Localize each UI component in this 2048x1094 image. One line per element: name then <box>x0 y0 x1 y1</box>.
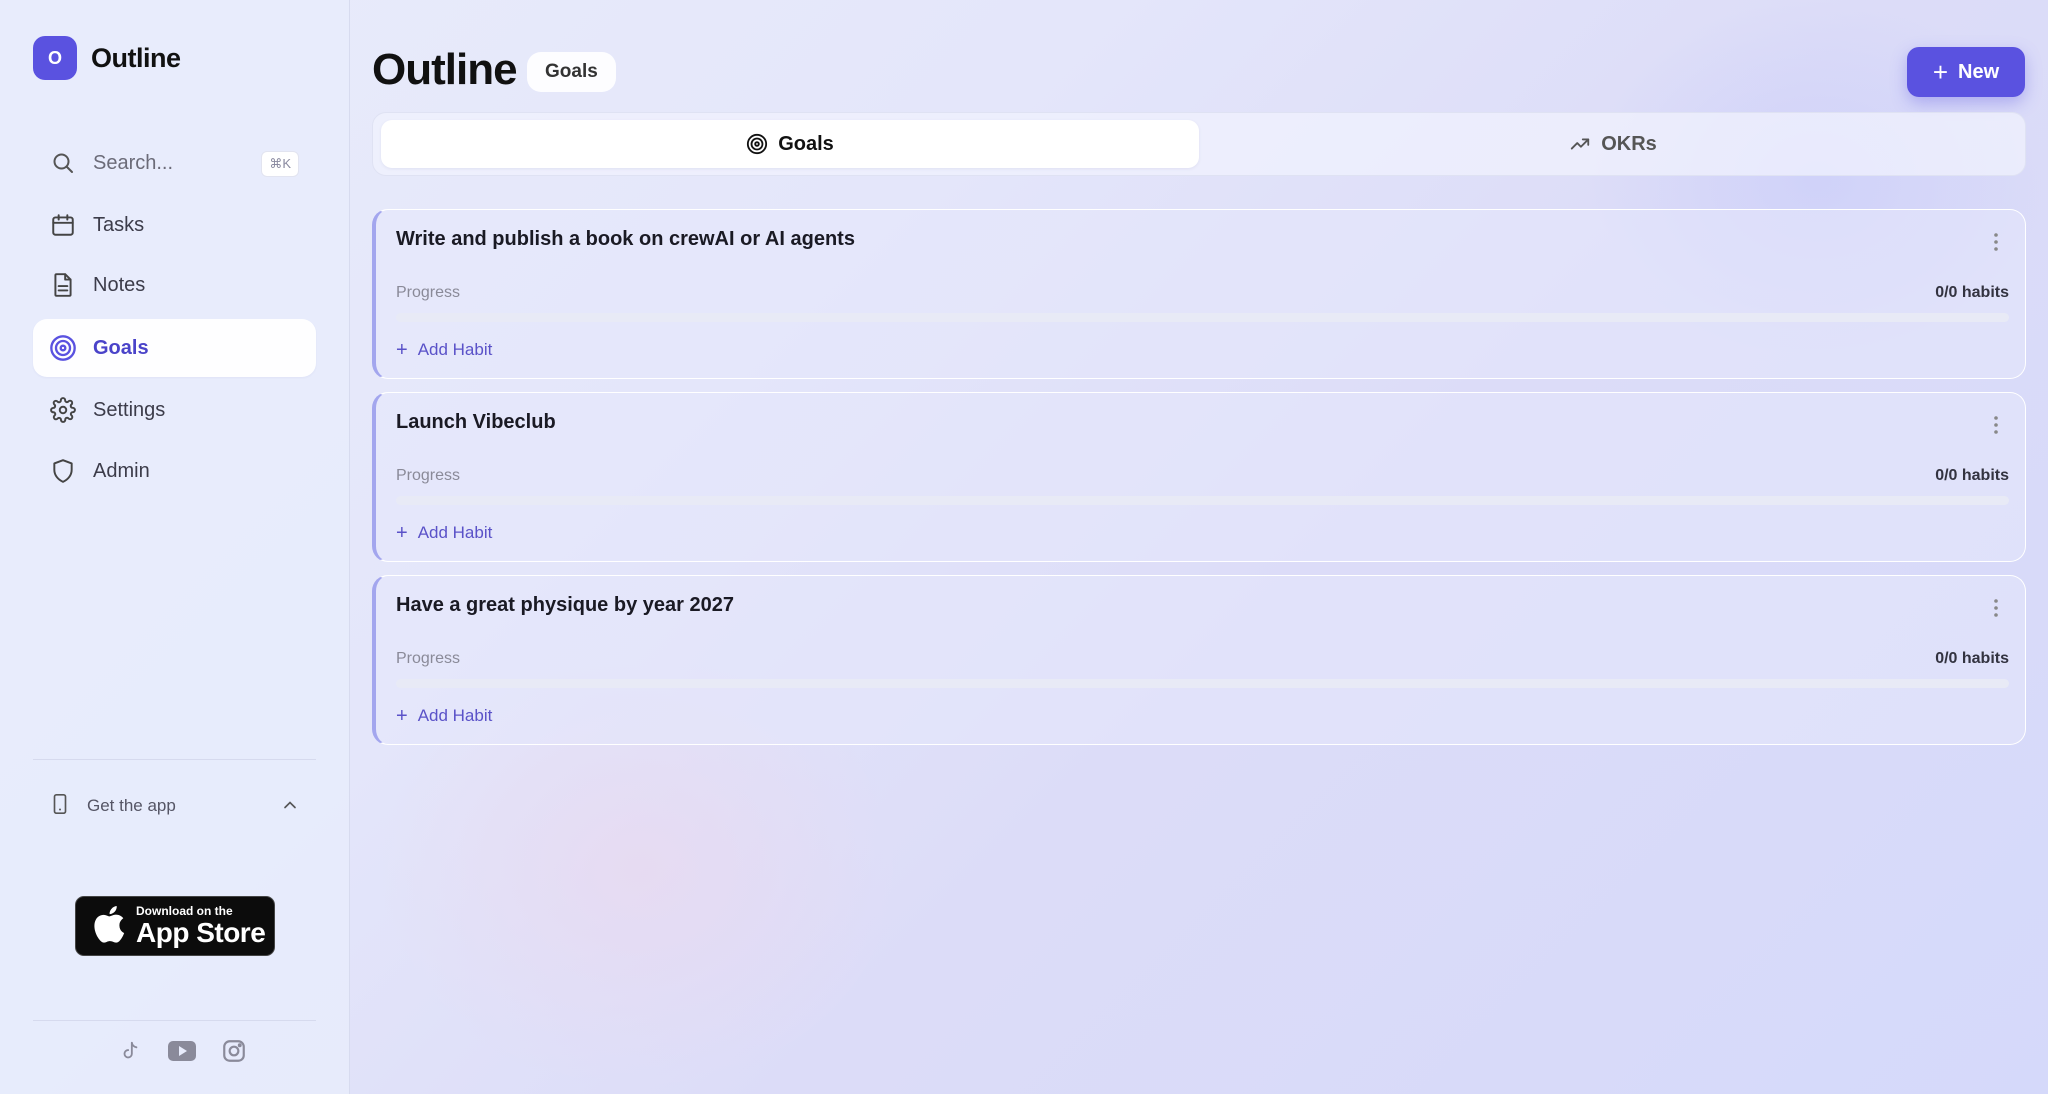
sidebar-item-label: Tasks <box>93 213 145 236</box>
shield-icon <box>49 457 77 485</box>
progress-count: 0/0 habits <box>1935 284 2009 301</box>
progress-label: Progress <box>396 650 461 667</box>
app-store-button[interactable]: Download on the App Store <box>75 896 275 956</box>
plus-icon: + <box>1932 57 1949 87</box>
progress-label: Progress <box>396 467 461 484</box>
sidebar-divider <box>33 1020 316 1021</box>
sidebar-item-label: Goals <box>93 336 149 359</box>
search-placeholder: Search... <box>93 151 174 174</box>
sidebar-item-settings[interactable]: Settings <box>33 381 316 439</box>
trending-up-icon <box>1569 133 1591 155</box>
sidebar: O Outline Search... ⌘K Tasks Notes Goals… <box>0 0 350 1094</box>
tab-okrs[interactable]: OKRs <box>1207 120 2019 168</box>
add-habit-label: Add Habit <box>417 340 493 359</box>
progress-bar <box>396 313 2009 322</box>
app-store-small-text: Download on the <box>136 904 233 918</box>
add-habit-label: Add Habit <box>417 706 493 725</box>
progress-count: 0/0 habits <box>1935 467 2009 484</box>
apple-icon <box>90 903 126 950</box>
sidebar-divider <box>33 759 316 760</box>
goal-card[interactable]: Have a great physique by year 2027 Progr… <box>372 575 2026 745</box>
add-habit-button[interactable]: + Add Habit <box>396 706 492 726</box>
social-links <box>112 1036 252 1066</box>
target-icon <box>746 133 768 155</box>
more-options-icon[interactable] <box>1993 598 1999 623</box>
sidebar-item-tasks[interactable]: Tasks <box>33 196 316 254</box>
chevron-up-icon <box>280 795 300 820</box>
sidebar-item-label: Admin <box>93 459 150 482</box>
new-button[interactable]: + New <box>1907 47 2025 97</box>
tiktok-icon[interactable] <box>112 1036 148 1066</box>
app-store-big-text: App Store <box>136 917 266 948</box>
goal-card[interactable]: Launch Vibeclub Progress 0/0 habits + Ad… <box>372 392 2026 562</box>
plus-icon: + <box>396 339 408 361</box>
more-options-icon[interactable] <box>1993 232 1999 257</box>
get-app-toggle[interactable]: Get the app <box>33 785 316 827</box>
add-habit-button[interactable]: + Add Habit <box>396 340 492 360</box>
search-icon <box>49 149 77 177</box>
tab-label: Goals <box>778 132 834 155</box>
brand-logo: O <box>33 36 77 80</box>
target-icon <box>49 334 77 362</box>
sidebar-item-notes[interactable]: Notes <box>33 256 316 314</box>
brand-name: Outline <box>91 42 181 73</box>
new-button-label: New <box>1958 60 2000 83</box>
plus-icon: + <box>396 522 408 544</box>
goal-title: Write and publish a book on crewAI or AI… <box>396 228 855 250</box>
brand[interactable]: O Outline <box>33 36 181 80</box>
sidebar-item-goals[interactable]: Goals <box>33 319 316 377</box>
goal-title: Launch Vibeclub <box>396 411 556 433</box>
sidebar-item-label: Settings <box>93 398 166 421</box>
sidebar-item-admin[interactable]: Admin <box>33 442 316 500</box>
progress-count: 0/0 habits <box>1935 650 2009 667</box>
progress-bar <box>396 496 2009 505</box>
page-title: Outline <box>372 45 518 94</box>
search-shortcut: ⌘K <box>261 151 299 177</box>
more-options-icon[interactable] <box>1993 415 1999 440</box>
plus-icon: + <box>396 705 408 727</box>
tab-goals[interactable]: Goals <box>381 120 1199 168</box>
search-input[interactable]: Search... ⌘K <box>33 134 316 192</box>
gear-icon <box>49 396 77 424</box>
calendar-icon <box>49 211 77 239</box>
sidebar-item-label: Notes <box>93 273 146 296</box>
instagram-icon[interactable] <box>216 1036 252 1066</box>
get-app-label: Get the app <box>87 796 176 815</box>
progress-bar <box>396 679 2009 688</box>
document-icon <box>49 271 77 299</box>
goal-title: Have a great physique by year 2027 <box>396 594 734 616</box>
youtube-icon[interactable] <box>164 1036 200 1066</box>
add-habit-button[interactable]: + Add Habit <box>396 523 492 543</box>
tab-label: OKRs <box>1601 132 1657 155</box>
view-tabs: Goals OKRs <box>372 112 2026 176</box>
add-habit-label: Add Habit <box>417 523 493 542</box>
progress-label: Progress <box>396 284 461 301</box>
section-badge: Goals <box>527 52 616 92</box>
phone-icon <box>49 791 71 822</box>
goal-card[interactable]: Write and publish a book on crewAI or AI… <box>372 209 2026 379</box>
